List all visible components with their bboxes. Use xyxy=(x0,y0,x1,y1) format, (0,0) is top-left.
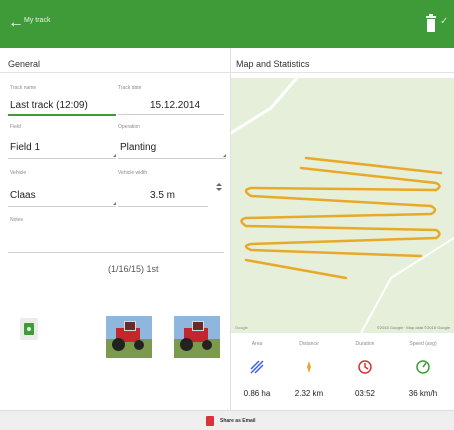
track-date-label: Track date xyxy=(118,85,142,91)
operation-select[interactable]: Planting xyxy=(120,142,156,153)
track-path xyxy=(231,78,454,333)
photo-thumbnail[interactable] xyxy=(106,316,152,358)
photo-thumbnail[interactable] xyxy=(174,316,220,358)
field-label: Field xyxy=(10,124,21,130)
vehicle-dropdown-icon[interactable] xyxy=(113,202,116,205)
speedometer-icon xyxy=(416,360,430,374)
share-label: Share as Email xyxy=(220,418,256,424)
stat-duration-value: 03:52 xyxy=(354,389,376,398)
statistics-panel: Area 0.86 ha Distance 2.32 km Duration 0… xyxy=(231,333,454,410)
stat-speed-label: Speed (avg) xyxy=(409,341,437,347)
camera-icon xyxy=(24,323,34,335)
track-name-input[interactable]: Last track (12:09) xyxy=(10,100,88,111)
field-underline xyxy=(8,158,116,159)
track-name-underline xyxy=(8,114,116,116)
area-icon xyxy=(250,360,264,374)
field-dropdown-icon[interactable] xyxy=(113,154,116,157)
stepper-icon[interactable] xyxy=(216,183,222,191)
vehicle-width-label: Vehicle width xyxy=(118,170,148,176)
track-date-input[interactable]: 15.12.2014 xyxy=(150,100,200,111)
app-bar: ← My track ✓ xyxy=(0,0,454,48)
distance-icon xyxy=(307,361,311,373)
stat-distance-value: 2.32 km xyxy=(294,389,324,398)
operation-underline xyxy=(118,158,226,159)
operation-dropdown-icon[interactable] xyxy=(223,154,226,157)
notes-label: Notes xyxy=(10,217,24,223)
field-select[interactable]: Field 1 xyxy=(10,142,40,153)
app-bar-title: My track xyxy=(24,17,51,24)
vehicle-label: Vehicle xyxy=(10,170,27,176)
stat-speed-value: 36 km/h xyxy=(408,389,438,398)
notes-input[interactable] xyxy=(8,252,224,253)
track-date-underline xyxy=(118,114,224,115)
add-photo-button[interactable] xyxy=(20,318,38,340)
vehicle-width-input[interactable]: 3.5 m xyxy=(150,190,175,201)
general-section-title: General xyxy=(8,59,41,69)
track-duration-text: (1/16/15) 1st xyxy=(108,264,159,274)
vehicle-underline xyxy=(8,206,116,207)
operation-label: Operation xyxy=(118,124,140,130)
section-divider xyxy=(0,72,230,73)
section-divider xyxy=(231,72,454,73)
clock-icon xyxy=(358,360,372,374)
track-name-label: Track name xyxy=(10,85,37,91)
stat-area-label: Area xyxy=(251,341,263,347)
check-icon[interactable]: ✓ xyxy=(440,16,448,27)
vehicle-width-underline xyxy=(118,206,208,207)
stat-area-value: 0.86 ha xyxy=(243,389,271,398)
share-bar[interactable]: Share as Email xyxy=(0,410,454,430)
stat-distance-label: Distance xyxy=(299,341,319,347)
back-arrow-icon[interactable]: ← xyxy=(8,14,24,32)
map-google-logo: Google xyxy=(235,325,248,330)
pdf-icon xyxy=(206,416,214,426)
track-map[interactable]: Google ©2015 Google · Map data ©2015 Goo… xyxy=(231,78,454,333)
trash-icon[interactable] xyxy=(426,14,436,32)
map-section-title: Map and Statistics xyxy=(236,59,310,69)
map-attribution: ©2015 Google · Map data ©2015 Google xyxy=(376,325,450,330)
stat-duration-label: Duration xyxy=(355,341,375,347)
vehicle-select[interactable]: Claas xyxy=(10,190,36,201)
